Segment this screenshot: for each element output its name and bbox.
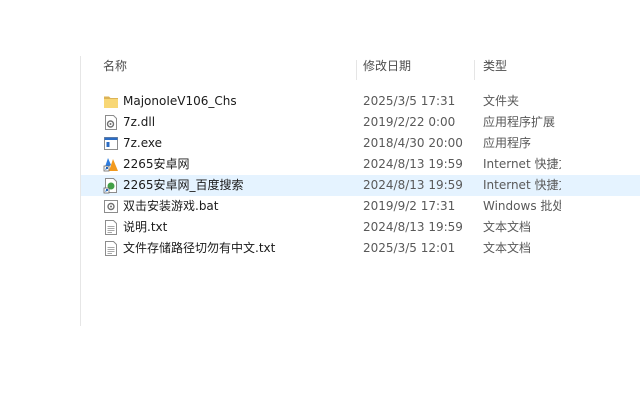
- file-row[interactable]: MajonoIeV106_Chs 2025/3/5 17:31 文件夹: [81, 91, 640, 112]
- file-explorer-window: 名称 修改日期 类型 MajonoIeV106_Chs 2025/3/5 17:…: [0, 0, 640, 400]
- file-name: 7z.dll: [123, 115, 156, 129]
- file-type: Internet 快捷方式: [483, 157, 561, 171]
- file-name: 说明.txt: [123, 220, 168, 234]
- file-name: 2265安卓网_百度搜索: [123, 178, 244, 192]
- file-row[interactable]: 说明.txt 2024/8/13 19:59 文本文档: [81, 217, 640, 238]
- file-type: 应用程序扩展: [483, 115, 556, 129]
- file-type: 文本文档: [483, 220, 532, 234]
- file-row[interactable]: 2265安卓网 2024/8/13 19:59 Internet 快捷方式: [81, 154, 640, 175]
- folder-icon: [103, 93, 119, 110]
- file-date: 2025/3/5 17:31: [363, 94, 456, 108]
- file-name: 7z.exe: [123, 136, 163, 150]
- text-file-icon: [103, 240, 119, 257]
- column-separator[interactable]: [356, 60, 357, 80]
- column-header-date[interactable]: 修改日期: [363, 56, 473, 80]
- file-type: 文本文档: [483, 241, 532, 255]
- file-name: MajonoIeV106_Chs: [123, 94, 237, 108]
- exe-file-icon: [103, 135, 119, 152]
- column-header-name[interactable]: 名称: [103, 56, 223, 80]
- file-row-hovered[interactable]: 2265安卓网_百度搜索 2024/8/13 19:59 Internet 快捷…: [81, 175, 640, 196]
- column-header-bar: 名称 修改日期 类型: [81, 56, 640, 80]
- file-date: 2024/8/13 19:59: [363, 220, 463, 234]
- column-header-type[interactable]: 类型: [483, 56, 583, 80]
- file-date: 2024/8/13 19:59: [363, 157, 463, 171]
- dll-file-icon: [103, 114, 119, 131]
- web-shortcut-icon: [103, 177, 119, 194]
- file-date: 2024/8/13 19:59: [363, 178, 463, 192]
- file-row[interactable]: 7z.dll 2019/2/22 0:00 应用程序扩展: [81, 112, 640, 133]
- file-date: 2019/2/22 0:00: [363, 115, 456, 129]
- file-name: 2265安卓网: [123, 157, 190, 171]
- text-file-icon: [103, 219, 119, 236]
- file-row[interactable]: 双击安装游戏.bat 2019/9/2 17:31 Windows 批处理文件: [81, 196, 640, 217]
- file-type: 应用程序: [483, 136, 532, 150]
- file-row[interactable]: 文件存储路径切勿有中文.txt 2025/3/5 12:01 文本文档: [81, 238, 640, 259]
- file-type: Internet 快捷方式: [483, 178, 561, 192]
- column-separator[interactable]: [474, 60, 475, 80]
- file-type: Windows 批处理文件: [483, 199, 561, 213]
- file-name: 双击安装游戏.bat: [123, 199, 219, 213]
- file-date: 2019/9/2 17:31: [363, 199, 456, 213]
- file-row[interactable]: 7z.exe 2018/4/30 20:00 应用程序: [81, 133, 640, 154]
- internet-shortcut-icon: [103, 156, 119, 173]
- file-name: 文件存储路径切勿有中文.txt: [123, 241, 276, 255]
- file-date: 2018/4/30 20:00: [363, 136, 463, 150]
- file-type: 文件夹: [483, 94, 520, 108]
- bat-file-icon: [103, 198, 119, 215]
- file-list: MajonoIeV106_Chs 2025/3/5 17:31 文件夹 7z.d…: [81, 91, 640, 259]
- file-date: 2025/3/5 12:01: [363, 241, 456, 255]
